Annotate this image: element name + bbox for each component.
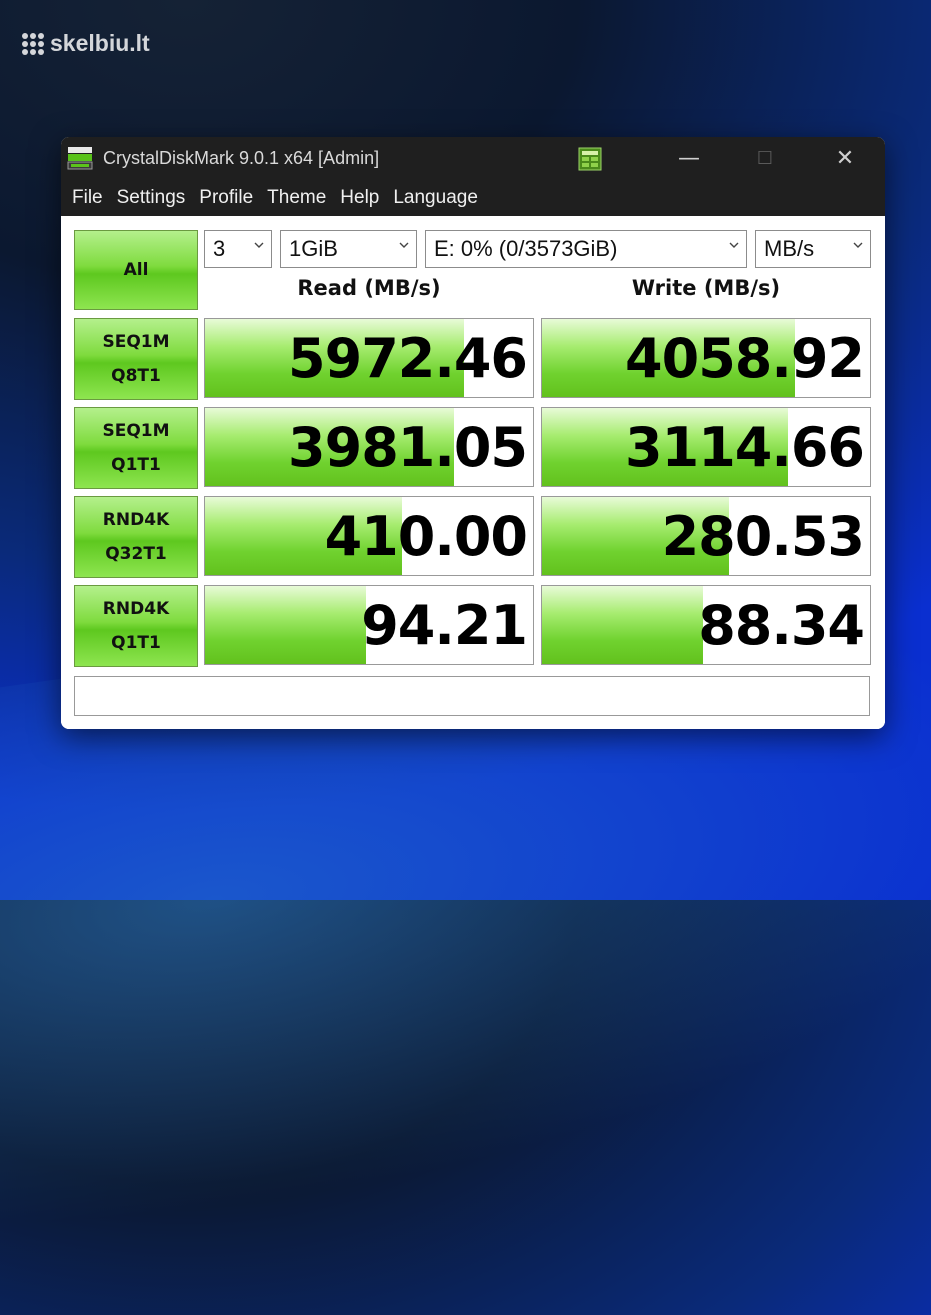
watermark-text: skelbiu.lt — [50, 30, 150, 56]
app-icon — [67, 147, 93, 170]
unit-select[interactable]: MB/s — [755, 230, 871, 268]
read-value: 5972.46 — [288, 326, 528, 390]
test-size-select[interactable]: 1GiB — [280, 230, 417, 268]
benchmark-panel: All 3 1GiB E: 0% (0/3573GiB) MB/s Read (… — [61, 216, 885, 729]
test-params: Q1T1 — [111, 455, 161, 475]
test-params: Q8T1 — [111, 366, 161, 386]
test-button-rnd4k-q1t1[interactable]: RND4K Q1T1 — [74, 585, 198, 667]
chevron-down-icon — [729, 242, 739, 248]
title-bar[interactable]: CrystalDiskMark 9.0.1 x64 [Admin] — ☐ ✕ — [61, 137, 885, 180]
all-button[interactable]: All — [74, 230, 198, 310]
write-result-cell: 280.53 — [541, 496, 871, 576]
read-result-cell: 94.21 — [204, 585, 534, 665]
read-value: 94.21 — [361, 593, 528, 657]
read-header: Read (MB/s) — [297, 276, 441, 300]
chevron-down-icon — [399, 242, 409, 248]
test-button-seq1m-q8t1[interactable]: SEQ1M Q8T1 — [74, 318, 198, 400]
test-button-seq1m-q1t1[interactable]: SEQ1M Q1T1 — [74, 407, 198, 489]
unit-value: MB/s — [764, 236, 815, 261]
test-params: Q1T1 — [111, 633, 161, 653]
write-header: Write (MB/s) — [631, 276, 781, 300]
close-button[interactable]: ✕ — [817, 137, 873, 180]
read-result-cell: 3981.05 — [204, 407, 534, 487]
write-progress-fill — [542, 586, 703, 664]
read-value: 410.00 — [324, 504, 528, 568]
chevron-down-icon — [853, 242, 863, 248]
read-result-cell: 410.00 — [204, 496, 534, 576]
drive-value: E: 0% (0/3573GiB) — [434, 236, 618, 261]
menu-settings[interactable]: Settings — [117, 187, 186, 209]
mini-mode-icon[interactable] — [578, 147, 602, 171]
watermark-logo-icon — [22, 32, 44, 55]
write-value: 3114.66 — [625, 415, 865, 479]
test-name: RND4K — [102, 599, 170, 619]
read-progress-fill — [205, 586, 366, 664]
test-name: RND4K — [102, 510, 170, 530]
menu-profile[interactable]: Profile — [199, 187, 253, 209]
maximize-icon: ☐ — [756, 148, 774, 169]
write-result-cell: 3114.66 — [541, 407, 871, 487]
maximize-button[interactable]: ☐ — [737, 137, 793, 180]
minimize-icon: — — [678, 146, 700, 171]
menu-help[interactable]: Help — [340, 187, 379, 209]
window-title: CrystalDiskMark 9.0.1 x64 [Admin] — [103, 148, 380, 168]
write-value: 280.53 — [661, 504, 865, 568]
read-result-cell: 5972.46 — [204, 318, 534, 398]
write-result-cell: 88.34 — [541, 585, 871, 665]
write-value: 88.34 — [698, 593, 865, 657]
minimize-button[interactable]: — — [661, 137, 717, 180]
watermark: skelbiu.lt — [22, 30, 150, 57]
chevron-down-icon — [254, 242, 264, 248]
read-value: 3981.05 — [288, 415, 528, 479]
drive-select[interactable]: E: 0% (0/3573GiB) — [425, 230, 747, 268]
test-button-rnd4k-q32t1[interactable]: RND4K Q32T1 — [74, 496, 198, 578]
test-count-select[interactable]: 3 — [204, 230, 272, 268]
menu-language[interactable]: Language — [393, 187, 478, 209]
close-icon: ✕ — [835, 146, 855, 171]
menu-file[interactable]: File — [72, 187, 103, 209]
menu-theme[interactable]: Theme — [267, 187, 326, 209]
test-name: SEQ1M — [102, 332, 170, 352]
app-window: CrystalDiskMark 9.0.1 x64 [Admin] — ☐ ✕ … — [61, 137, 885, 729]
write-result-cell: 4058.92 — [541, 318, 871, 398]
test-params: Q32T1 — [105, 544, 167, 564]
write-value: 4058.92 — [625, 326, 865, 390]
comment-field[interactable] — [74, 676, 870, 716]
all-button-label: All — [123, 260, 149, 280]
test-count-value: 3 — [213, 236, 226, 261]
test-name: SEQ1M — [102, 421, 170, 441]
test-size-value: 1GiB — [289, 236, 338, 261]
menu-bar: File Settings Profile Theme Help Languag… — [61, 180, 885, 216]
